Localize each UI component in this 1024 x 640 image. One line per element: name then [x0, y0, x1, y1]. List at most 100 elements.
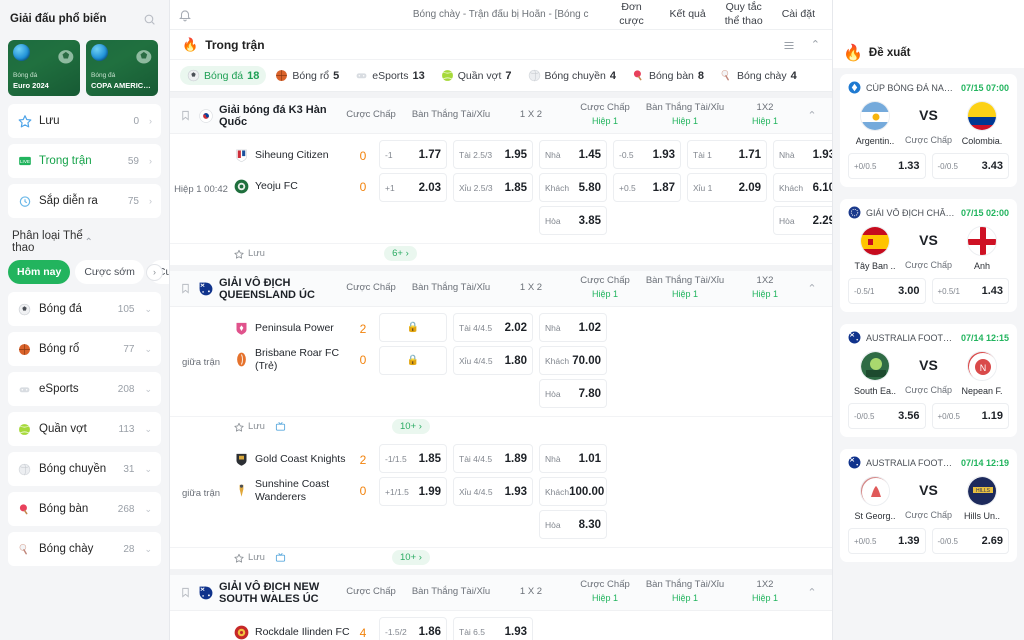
sidebar-item-saved[interactable]: Lưu 0 ›: [8, 104, 161, 138]
tab-tabletennis[interactable]: Bóng bàn 8: [625, 66, 711, 85]
promo-card[interactable]: Bóng đá COPA AMERICA 20..: [86, 40, 158, 96]
recommend-card[interactable]: AUSTRALIA FOOTBAL... 07/14 12:19 St Geor…: [840, 449, 1017, 562]
odds-cell[interactable]: +0/0.5 1.19: [931, 403, 1009, 429]
sports-category-header[interactable]: Phân loại Thể thao ⌃: [0, 224, 169, 260]
odds-cell[interactable]: Hòa 7.80: [539, 379, 607, 408]
sidebar-sport-volleyball[interactable]: Bóng chuyền 31 ⌄: [8, 452, 161, 486]
recommend-header: 🔥 Đề xuất: [833, 38, 1024, 68]
pills-next-arrow[interactable]: ›: [146, 263, 163, 281]
odds-cell[interactable]: Hòa 2.29: [773, 206, 832, 235]
odds-cell[interactable]: Tài 2.5/3 1.95: [453, 140, 533, 169]
odds-cell[interactable]: -1/1.5 1.85: [379, 444, 447, 473]
odds-cell[interactable]: -1 1.77: [379, 140, 447, 169]
odds-cell[interactable]: Tài 6.5 1.93: [453, 617, 533, 640]
recommend-card[interactable]: CÚP BÓNG ĐÁ NAM.. 07/15 07:00 Argentin..…: [840, 74, 1017, 187]
odds-cell[interactable]: +0.5 1.87: [613, 173, 681, 202]
odds-cell[interactable]: -1.5/2 1.86: [379, 617, 447, 640]
odds-cell[interactable]: -0/0.5 3.43: [931, 153, 1009, 179]
bookmark-icon[interactable]: [180, 109, 193, 122]
tab-count: 4: [609, 69, 616, 82]
col-header: Cược Chấp: [346, 282, 396, 294]
more-markets-button[interactable]: 10+ ›: [392, 419, 430, 434]
odds-cell[interactable]: Tài 4/4.5 1.89: [453, 444, 533, 473]
odds-cell[interactable]: Nhà 1.01: [539, 444, 607, 473]
chevron-up-icon[interactable]: ⌃: [802, 109, 822, 122]
save-match-button[interactable]: Lưu: [234, 248, 265, 259]
odds-cell[interactable]: -0.5 1.93: [613, 140, 681, 169]
odds-cell[interactable]: Nhà 1.02: [539, 313, 607, 342]
sidebar-sport-tabletennis[interactable]: Bóng bàn 268 ⌄: [8, 492, 161, 526]
tab-tennis[interactable]: Quần vợt 7: [434, 66, 519, 85]
sidebar-sport-esports[interactable]: eSports 208 ⌄: [8, 372, 161, 406]
nav-rules[interactable]: Quy tắc thể thao: [715, 1, 773, 27]
odds-cell[interactable]: -0/0.5 2.69: [931, 528, 1009, 554]
league-flag-icon: [199, 282, 213, 296]
tab-volleyball[interactable]: Bóng chuyền 4: [521, 66, 623, 85]
save-label: Lưu: [248, 421, 265, 432]
tab-soccer[interactable]: Bóng đá 18: [180, 66, 267, 85]
pill-early[interactable]: Cược sớm: [75, 260, 144, 284]
nav-settings[interactable]: Cài đặt: [773, 8, 824, 21]
promo-card[interactable]: Bóng đá Euro 2024: [8, 40, 80, 96]
sidebar-sport-basketball[interactable]: Bóng rổ 77 ⌄: [8, 332, 161, 366]
odds-cell[interactable]: Tài 1 1.71: [687, 140, 767, 169]
odds-col-1x2: [536, 617, 610, 640]
recommend-card[interactable]: GIẢI VÔ ĐỊCH CHÂU Â.. 07/15 02:00 Tây Ba…: [840, 199, 1017, 312]
save-match-button[interactable]: Lưu: [234, 552, 265, 563]
tab-basketball[interactable]: Bóng rổ 5: [268, 66, 346, 85]
pill-today[interactable]: Hôm nay: [8, 260, 71, 284]
right-panel: 🔥 Đề xuất CÚP BÓNG ĐÁ NAM.. 07/15 07:00 …: [832, 0, 1024, 640]
promo-subtitle: Bóng đá: [13, 71, 38, 79]
chevron-up-icon[interactable]: ⌃: [802, 586, 822, 599]
odds-cell[interactable]: Hòa 8.30: [539, 510, 607, 539]
more-markets-button[interactable]: 10+ ›: [392, 550, 430, 565]
odds-cell[interactable]: Xỉu 4/4.5 1.93: [453, 477, 533, 506]
recommend-card[interactable]: AUSTRALIA FOOTBAL... 07/14 12:15 South E…: [840, 324, 1017, 437]
odds-cell[interactable]: +1 2.03: [379, 173, 447, 202]
match-list[interactable]: Giải bóng đá K3 Hàn Quốc Cược Chấp Bàn T…: [170, 92, 832, 640]
tab-esports[interactable]: eSports 13: [348, 66, 431, 85]
odds-cell[interactable]: Khách 5.80: [539, 173, 607, 202]
odds-cell[interactable]: -0.5/1 3.00: [848, 278, 926, 304]
sidebar-sport-soccer[interactable]: Bóng đá 105 ⌄: [8, 292, 161, 326]
sidebar-item-upcoming[interactable]: Sắp diễn ra 75 ›: [8, 184, 161, 218]
bell-icon[interactable]: [178, 6, 196, 24]
odds-cell[interactable]: Xỉu 2.5/3 1.85: [453, 173, 533, 202]
search-icon[interactable]: [139, 9, 159, 29]
chevron-up-icon[interactable]: ⌃: [802, 282, 822, 295]
chevron-up-icon[interactable]: ⌃: [811, 38, 820, 51]
odds-cell[interactable]: Khách 6.10: [773, 173, 832, 202]
odds-cell[interactable]: +0/0.5 1.39: [848, 528, 926, 554]
odds-cell[interactable]: Khách 70.00: [539, 346, 607, 375]
odds-cell[interactable]: Khách 100.00: [539, 477, 607, 506]
save-match-button[interactable]: Lưu: [234, 421, 265, 432]
nav-results[interactable]: Kết quả: [661, 8, 715, 21]
odds-col-overunder: Tài 6.51.93 Xỉu 6.51.93: [450, 617, 536, 640]
odds-cell[interactable]: -0/0.5 3.56: [848, 403, 926, 429]
more-markets-button[interactable]: 6+ ›: [384, 246, 417, 261]
odds-cell[interactable]: Xỉu 4/4.5 1.80: [453, 346, 533, 375]
sidebar-item-live[interactable]: LIVE Trong trận 59 ›: [8, 144, 161, 178]
sidebar-sport-tennis[interactable]: Quần vợt 113 ⌄: [8, 412, 161, 446]
team-logo: [234, 452, 249, 467]
bookmark-icon[interactable]: [180, 586, 193, 599]
odds-col-1x2: Nhà 1.45 Khách 5.80 Hòa 3.85: [536, 140, 610, 239]
odds-cell[interactable]: Nhà 1.93: [773, 140, 832, 169]
bookmark-icon[interactable]: [180, 282, 193, 295]
odds-col-handicap-h1: -0.5 1.93 +0.5 1.87: [610, 140, 684, 239]
filter-icon[interactable]: [783, 39, 795, 51]
tv-stream-icon[interactable]: [275, 421, 286, 432]
odds-cell[interactable]: Xỉu 1 2.09: [687, 173, 767, 202]
odds-cell[interactable]: Nhà 1.45: [539, 140, 607, 169]
odds-cell[interactable]: +1/1.5 1.99: [379, 477, 447, 506]
odds-cell[interactable]: +0/0.5 1.33: [848, 153, 926, 179]
odds-cell[interactable]: Tài 4/4.5 2.02: [453, 313, 533, 342]
tab-baseball[interactable]: Bóng chày 4: [713, 66, 804, 85]
odds-cell[interactable]: +0.5/1 1.43: [931, 278, 1009, 304]
nav-betslip[interactable]: Đơn cược: [603, 1, 661, 27]
sidebar-sport-baseball[interactable]: Bóng chày 28 ⌄: [8, 532, 161, 566]
card-header: GIẢI VÔ ĐỊCH CHÂU Â.. 07/15 02:00: [848, 206, 1009, 219]
odds-cell[interactable]: Hòa 3.85: [539, 206, 607, 235]
sports-list: Bóng đá 105 ⌄ Bóng rổ 77 ⌄ eSports 208 ⌄: [0, 292, 169, 640]
tv-stream-icon[interactable]: [275, 552, 286, 563]
